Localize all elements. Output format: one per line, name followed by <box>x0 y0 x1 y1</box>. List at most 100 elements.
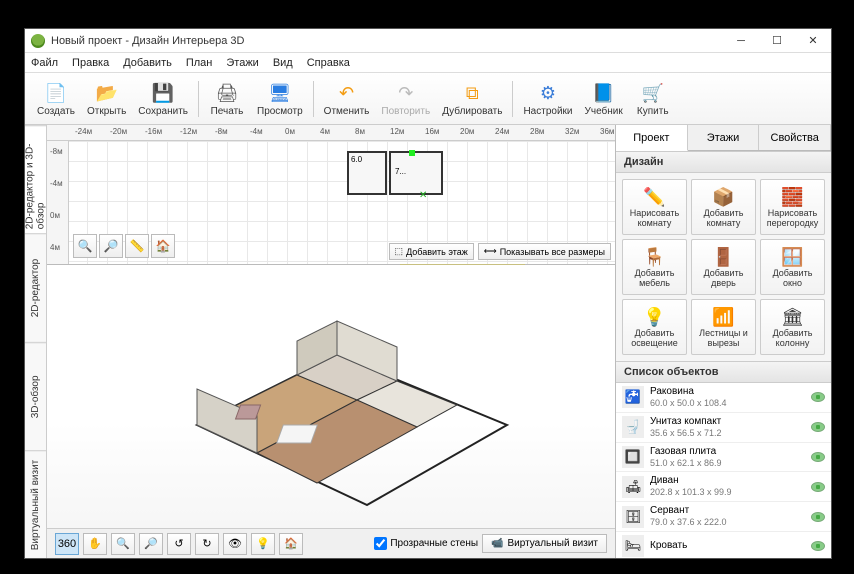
design-btn-2[interactable]: 🧱Нарисовать перегородку <box>760 179 825 235</box>
toolbar-undo[interactable]: ↶Отменить <box>318 78 376 119</box>
create-icon: 📄 <box>43 80 69 106</box>
menu-Добавить[interactable]: Добавить <box>123 57 172 69</box>
main-toolbar: 📄Создать📂Открыть💾Сохранить🖨Печать🖥Просмо… <box>25 73 831 125</box>
home-3d[interactable]: 🏠 <box>279 533 303 555</box>
visibility-toggle[interactable] <box>811 512 825 522</box>
design-btn-5[interactable]: 🪟Добавить окно <box>760 239 825 295</box>
design-icon-0: ✏️ <box>643 186 665 208</box>
toolbar-print[interactable]: 🖨Печать <box>203 78 251 119</box>
rotate-left[interactable]: ↺ <box>167 533 191 555</box>
maximize-button[interactable]: ☐ <box>759 29 795 53</box>
design-btn-3[interactable]: 🪑Добавить мебель <box>622 239 687 295</box>
object-item[interactable]: 🚽Унитаз компакт35.6 x 56.5 x 71.2 <box>616 413 831 443</box>
ruler-vertical: -8м-4м0м4м <box>47 141 69 264</box>
design-btn-4[interactable]: 🚪Добавить дверь <box>691 239 756 295</box>
virtual-visit-button[interactable]: 📹 Виртуальный визит <box>482 534 607 553</box>
vtab-2[interactable]: 3D-обзор <box>25 342 46 450</box>
objects-section-header: Список объектов <box>616 361 831 383</box>
show-dims-button[interactable]: ⟷Показывать все размеры <box>478 243 611 260</box>
ruler-h-tick: 28м <box>530 127 544 136</box>
transparent-walls-checkbox[interactable]: Прозрачные стены <box>374 537 478 550</box>
light-button[interactable]: 💡 <box>251 533 275 555</box>
ruler-h-tick: 36м <box>600 127 614 136</box>
toolbar-open[interactable]: 📂Открыть <box>81 78 132 119</box>
rtab-Свойства[interactable]: Свойства <box>759 125 831 150</box>
home-2d[interactable]: 🏠 <box>151 234 175 258</box>
object-item[interactable]: 🚰Раковина60.0 x 50.0 x 108.4 <box>616 383 831 413</box>
zoom-out-2d[interactable]: 🔍 <box>73 234 97 258</box>
ruler-v-tick: 0м <box>50 211 60 220</box>
toolbar-buy[interactable]: 🛒Купить <box>629 78 677 119</box>
menu-План[interactable]: План <box>186 57 213 69</box>
measure-tool[interactable]: 📏 <box>125 234 149 258</box>
visibility-toggle[interactable] <box>811 392 825 402</box>
design-tools-grid: ✏️Нарисовать комнату📦Добавить комнату🧱На… <box>616 173 831 361</box>
close-button[interactable]: ✕ <box>795 29 831 53</box>
print-icon: 🖨 <box>214 80 240 106</box>
toolbar-redo: ↷Повторить <box>375 78 436 119</box>
view-3d-viewport[interactable] <box>47 265 615 528</box>
handle-top[interactable] <box>409 150 415 156</box>
minimize-button[interactable]: ─ <box>723 29 759 53</box>
vtab-0[interactable]: 2D-редактор и 3D-обзор <box>25 125 46 233</box>
object-item[interactable]: 🔲Газовая плита51.0 x 62.1 x 86.9 <box>616 443 831 473</box>
design-btn-8[interactable]: 🏛Добавить колонну <box>760 299 825 355</box>
vtab-3[interactable]: Виртуальный визит <box>25 450 46 558</box>
floorplan-sketch[interactable]: 6.0 7... ✕ <box>347 151 447 199</box>
pan-button[interactable]: ✋ <box>83 533 107 555</box>
object-dims: 35.6 x 56.5 x 71.2 <box>650 428 805 439</box>
object-item[interactable]: 🛋Диван202.8 x 101.3 x 99.9 <box>616 472 831 502</box>
design-btn-1[interactable]: 📦Добавить комнату <box>691 179 756 235</box>
room-2[interactable]: 7... ✕ <box>389 151 443 195</box>
ruler-v-tick: -8м <box>50 147 63 156</box>
toolbar-save[interactable]: 💾Сохранить <box>132 78 194 119</box>
menu-Вид[interactable]: Вид <box>273 57 293 69</box>
zoom-in-3d[interactable]: 🔎 <box>139 533 163 555</box>
menu-Правка[interactable]: Правка <box>72 57 109 69</box>
menu-Справка[interactable]: Справка <box>307 57 350 69</box>
menubar: Файл Правка Добавить План Этажи Вид Справка <box>25 53 831 73</box>
visibility-toggle[interactable] <box>811 541 825 551</box>
design-icon-4: 🚪 <box>712 246 734 268</box>
menu-Этажи[interactable]: Этажи <box>226 57 258 69</box>
handle-bottom[interactable]: ✕ <box>419 190 426 197</box>
orbit-360-button[interactable]: 360 <box>55 533 79 555</box>
toolbar-dup[interactable]: ⧉Дублировать <box>436 78 508 119</box>
toolbar-view[interactable]: 🖥Просмотр <box>251 78 309 119</box>
object-item[interactable]: 🗄Сервант79.0 x 37.6 x 222.0 <box>616 502 831 532</box>
design-btn-0[interactable]: ✏️Нарисовать комнату <box>622 179 687 235</box>
ruler-h-tick: 0м <box>285 127 295 136</box>
object-name: Кровать <box>650 540 805 552</box>
visibility-toggle[interactable] <box>811 452 825 462</box>
rtab-Этажи[interactable]: Этажи <box>688 125 760 150</box>
toolbar-create[interactable]: 📄Создать <box>31 78 81 119</box>
object-dims: 60.0 x 50.0 x 108.4 <box>650 398 805 409</box>
visibility-toggle[interactable] <box>811 482 825 492</box>
ruler-h-tick: 12м <box>390 127 404 136</box>
redo-icon: ↷ <box>393 80 419 106</box>
object-item[interactable]: 🛏Кровать <box>616 532 831 558</box>
rotate-right[interactable]: ↻ <box>195 533 219 555</box>
object-list[interactable]: 🚰Раковина60.0 x 50.0 x 108.4🚽Унитаз комп… <box>616 383 831 558</box>
rtab-Проект[interactable]: Проект <box>616 125 688 151</box>
add-floor-button[interactable]: ⬚Добавить этаж <box>389 243 474 260</box>
visibility-toggle[interactable] <box>811 422 825 432</box>
vtab-1[interactable]: 2D-редактор <box>25 233 46 341</box>
tilt-button[interactable]: 👁 <box>223 533 247 555</box>
design-btn-6[interactable]: 💡Добавить освещение <box>622 299 687 355</box>
toolbar-settings[interactable]: ⚙Настройки <box>517 78 578 119</box>
app-window: Новый проект - Дизайн Интерьера 3D ─ ☐ ✕… <box>24 28 832 559</box>
room-1[interactable]: 6.0 <box>347 151 387 195</box>
design-icon-6: 💡 <box>643 306 665 328</box>
menu-Файл[interactable]: Файл <box>31 57 58 69</box>
plan-2d-viewport[interactable]: -8м-4м0м4м 6.0 7... ✕ 🔍 🔎 📏 🏠 <box>47 141 615 265</box>
toolbar-tutorial[interactable]: 📘Учебник <box>579 78 629 119</box>
design-btn-7[interactable]: 📶Лестницы и вырезы <box>691 299 756 355</box>
transparent-walls-input[interactable] <box>374 537 387 550</box>
window-title: Новый проект - Дизайн Интерьера 3D <box>51 35 723 47</box>
design-icon-1: 📦 <box>712 186 734 208</box>
zoom-in-2d[interactable]: 🔎 <box>99 234 123 258</box>
zoom-out-3d[interactable]: 🔍 <box>111 533 135 555</box>
tutorial-icon: 📘 <box>591 80 617 106</box>
ruler-h-tick: 4м <box>320 127 330 136</box>
